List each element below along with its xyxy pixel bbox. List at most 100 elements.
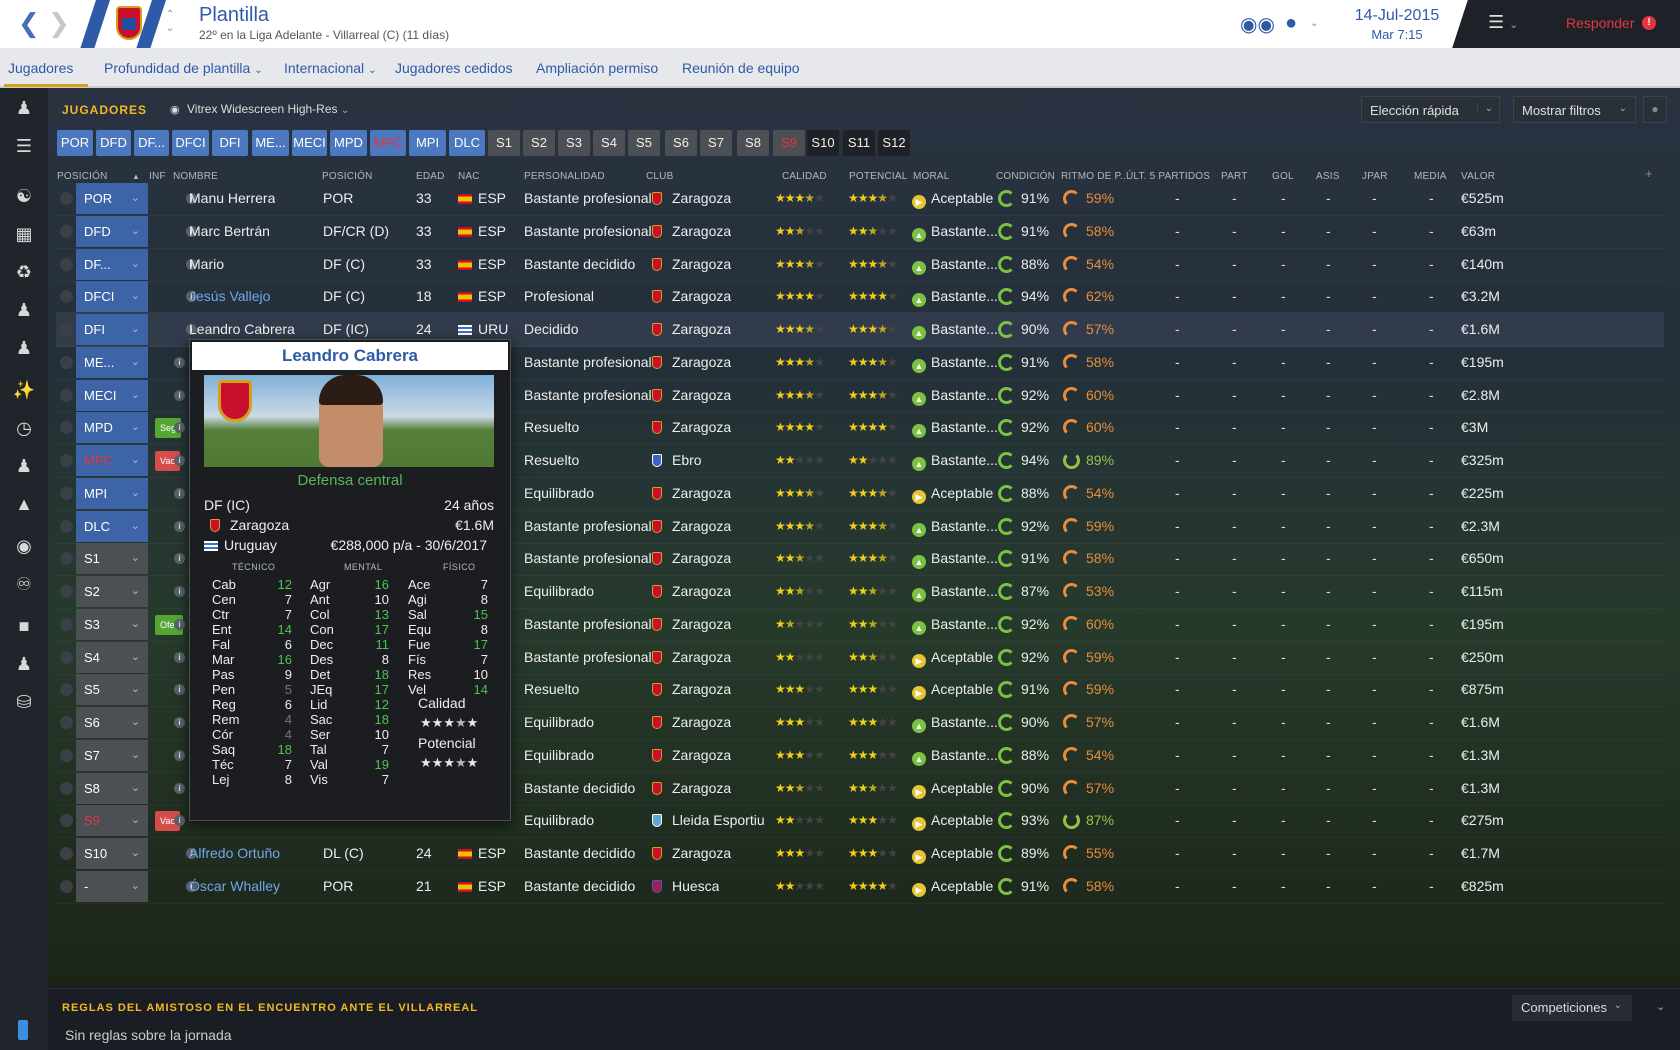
slot-dropdown[interactable]: - ⌄ bbox=[76, 870, 148, 902]
finances-icon[interactable]: ⛁ bbox=[12, 690, 36, 714]
squad-icon[interactable]: ☯ bbox=[12, 184, 36, 208]
player-club[interactable]: Lleida Esportiu bbox=[652, 803, 765, 838]
row-select-icon[interactable] bbox=[60, 388, 73, 402]
position-chip-dlc[interactable]: DLC bbox=[449, 130, 485, 156]
info-icon[interactable]: i bbox=[174, 684, 185, 696]
row-select-icon[interactable] bbox=[60, 814, 73, 828]
respond-button[interactable]: Responder bbox=[1566, 15, 1635, 31]
row-select-icon[interactable] bbox=[60, 847, 73, 860]
scouting-icon[interactable]: ◉ bbox=[12, 534, 36, 558]
position-chip-me[interactable]: ME... bbox=[252, 130, 289, 156]
position-chip-s4[interactable]: S4 bbox=[593, 130, 625, 156]
position-chip-s1[interactable]: S1 bbox=[488, 130, 520, 156]
slot-dropdown[interactable]: ME... ⌄ bbox=[76, 346, 148, 378]
row-select-icon[interactable] bbox=[60, 716, 73, 729]
row-select-icon[interactable] bbox=[60, 683, 73, 697]
medical-icon[interactable]: ▲ bbox=[12, 492, 36, 516]
slot-dropdown[interactable]: DFCI ⌄ bbox=[76, 281, 148, 313]
slot-dropdown[interactable]: S6 ⌄ bbox=[76, 707, 148, 738]
staff-icon[interactable]: ♟ bbox=[12, 454, 36, 478]
player-club[interactable]: Zaragoza bbox=[652, 247, 731, 282]
player-name[interactable]: Mario bbox=[189, 247, 224, 282]
position-chip-dfi[interactable]: DFI bbox=[212, 130, 248, 156]
player-club[interactable]: Ebro bbox=[652, 443, 702, 478]
battery-icon[interactable] bbox=[18, 1020, 28, 1040]
position-chip-s9[interactable]: S9 bbox=[773, 130, 805, 156]
lock-icon[interactable]: ● bbox=[1643, 96, 1667, 123]
table-row[interactable]: DF... ⌄ i Mario DF (C) 33 ESP Bastante decidido… bbox=[56, 247, 1664, 282]
position-chip-dfci[interactable]: DFCI bbox=[172, 130, 209, 156]
info-icon[interactable]: i bbox=[174, 455, 185, 466]
row-select-icon[interactable] bbox=[60, 192, 73, 205]
slot-dropdown[interactable]: MPI ⌄ bbox=[76, 477, 148, 509]
menu-sliders-icon[interactable]: ☰ ⌄ bbox=[1488, 12, 1518, 33]
position-chip-mpi[interactable]: MPI bbox=[409, 130, 446, 156]
binoculars-icon[interactable]: ◉◉ bbox=[1240, 12, 1275, 37]
info-icon[interactable]: i bbox=[174, 520, 185, 532]
player-club[interactable]: Zaragoza bbox=[652, 672, 731, 707]
slot-dropdown[interactable]: S3 ⌄ bbox=[76, 608, 148, 640]
player-club[interactable]: Zaragoza bbox=[652, 345, 731, 380]
transfers-icon[interactable]: ♾ bbox=[12, 572, 36, 596]
player-club[interactable]: Zaragoza bbox=[652, 771, 731, 806]
row-select-icon[interactable] bbox=[60, 421, 73, 435]
show-filters-dropdown[interactable]: Mostrar filtros ⌄ bbox=[1513, 96, 1636, 123]
slot-dropdown[interactable]: S9 ⌄ bbox=[76, 805, 148, 837]
position-chip-s11[interactable]: S11 bbox=[843, 130, 875, 156]
trophy-icon[interactable]: ♻ bbox=[12, 260, 36, 284]
b-team-icon[interactable]: ♟ bbox=[12, 336, 36, 360]
player-club[interactable]: Zaragoza bbox=[652, 476, 731, 511]
row-select-icon[interactable] bbox=[60, 781, 73, 795]
manager-icon[interactable]: ♟ bbox=[12, 96, 36, 120]
slot-dropdown[interactable]: POR ⌄ bbox=[76, 183, 148, 214]
player-club[interactable]: Huesca bbox=[652, 869, 719, 904]
slot-dropdown[interactable]: MPC ⌄ bbox=[76, 445, 148, 476]
table-row[interactable]: DFD ⌄ i Marc Bertrán DF/CR (D) 33 ESP Bastante … bbox=[56, 214, 1664, 249]
tab-jugadores[interactable]: Jugadores bbox=[8, 60, 73, 76]
row-select-icon[interactable] bbox=[60, 519, 73, 533]
position-chip-por[interactable]: POR bbox=[57, 130, 93, 156]
player-club[interactable]: Zaragoza bbox=[652, 607, 731, 642]
info-icon[interactable]: i bbox=[174, 586, 185, 597]
tab-jugadores-cedidos[interactable]: Jugadores cedidos bbox=[395, 60, 513, 76]
table-row[interactable]: POR ⌄ i Manu Herrera POR 33 ESP Bastante profes… bbox=[56, 181, 1664, 216]
position-chip-df[interactable]: DF... bbox=[134, 130, 169, 156]
player-club[interactable]: Zaragoza bbox=[652, 214, 731, 249]
info-icon[interactable]: i bbox=[174, 618, 185, 630]
row-select-icon[interactable] bbox=[60, 748, 73, 762]
info-icon[interactable]: i bbox=[174, 717, 185, 728]
slot-dropdown[interactable]: S4 ⌄ bbox=[76, 641, 148, 673]
chevron-down-icon[interactable]: ⌄ bbox=[1310, 18, 1318, 29]
row-select-icon[interactable] bbox=[60, 486, 73, 500]
player-club[interactable]: Zaragoza bbox=[652, 312, 731, 347]
info-icon[interactable]: i bbox=[174, 487, 185, 499]
info-icon[interactable]: i bbox=[174, 815, 185, 827]
position-chip-s6[interactable]: S6 bbox=[665, 130, 697, 156]
slot-dropdown[interactable]: S5 ⌄ bbox=[76, 674, 148, 706]
updown-arrows-icon[interactable]: ⌃ ⌄ bbox=[166, 8, 174, 36]
info-icon[interactable]: i bbox=[174, 749, 185, 761]
player-club[interactable]: Zaragoza bbox=[652, 574, 731, 609]
info-icon[interactable]: i bbox=[174, 422, 185, 434]
page-subtitle[interactable]: 22º en la Liga Adelante - Villarreal (C)… bbox=[199, 28, 449, 42]
dev-centre-icon[interactable]: ♟ bbox=[12, 652, 36, 676]
row-select-icon[interactable] bbox=[60, 454, 73, 467]
tactics-icon[interactable]: ✨ bbox=[12, 378, 36, 402]
position-chip-dfd[interactable]: DFD bbox=[96, 130, 131, 156]
row-select-icon[interactable] bbox=[60, 650, 73, 664]
info-icon[interactable]: i bbox=[174, 389, 185, 401]
position-chip-mpd[interactable]: MPD bbox=[330, 130, 367, 156]
position-chip-s2[interactable]: S2 bbox=[523, 130, 555, 156]
slot-dropdown[interactable]: S8 ⌄ bbox=[76, 772, 148, 804]
info-icon[interactable]: i bbox=[174, 782, 185, 794]
globe-icon[interactable]: ● bbox=[1285, 12, 1297, 35]
row-select-icon[interactable] bbox=[60, 355, 73, 369]
slot-dropdown[interactable]: MPD ⌄ bbox=[76, 412, 148, 444]
player-club[interactable]: Zaragoza bbox=[652, 181, 731, 216]
row-select-icon[interactable] bbox=[60, 879, 73, 893]
position-chip-meci[interactable]: MECI bbox=[292, 130, 327, 156]
table-row[interactable]: DFCI ⌄ i Jesús Vallejo DF (C) 18 ESP Profesiona… bbox=[56, 279, 1664, 315]
row-select-icon[interactable] bbox=[60, 290, 73, 304]
player-name[interactable]: Alfredo Ortuño bbox=[189, 836, 280, 871]
player-name[interactable]: Óscar Whalley bbox=[189, 869, 280, 904]
